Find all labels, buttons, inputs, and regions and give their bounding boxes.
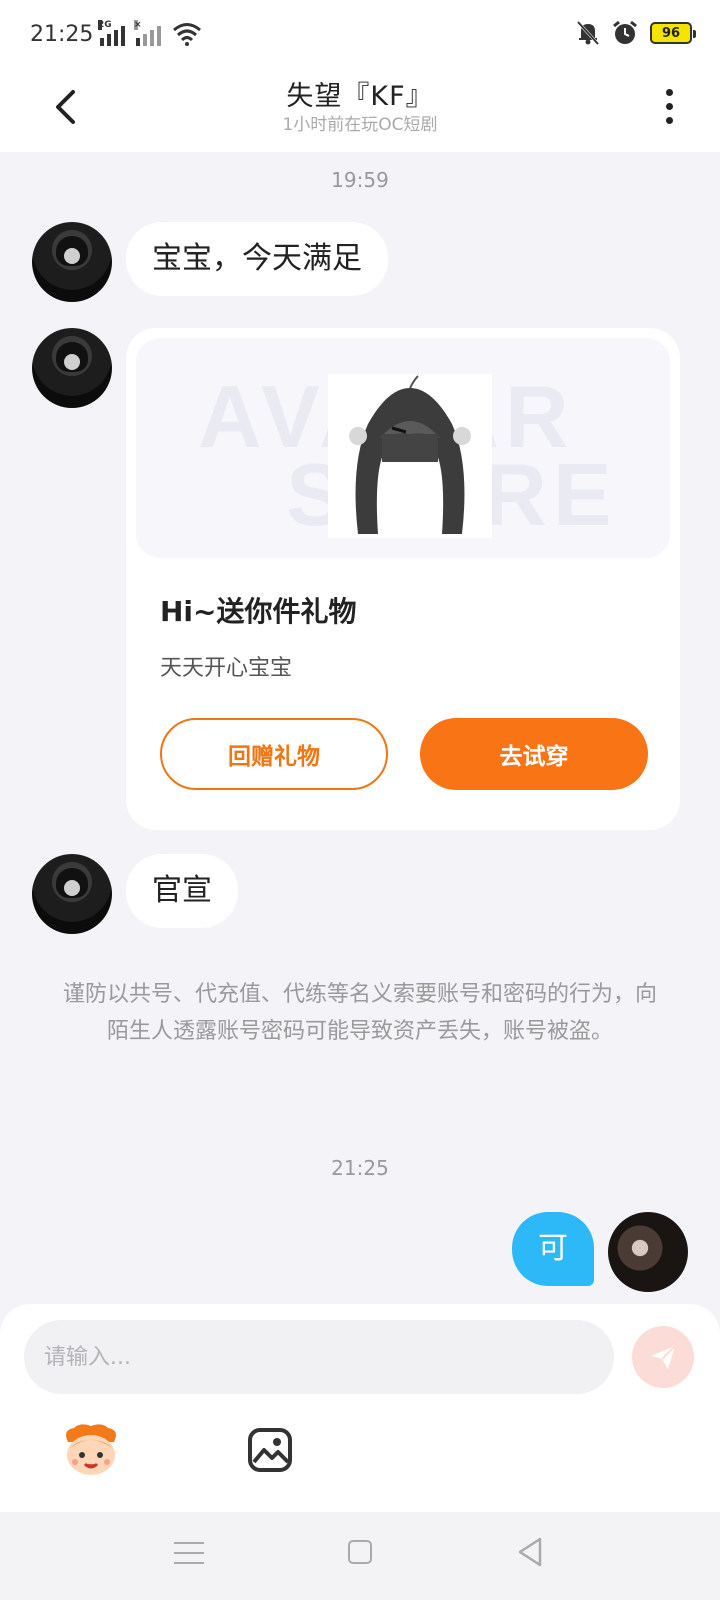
- my-avatar[interactable]: [608, 1212, 688, 1292]
- status-bar: 21:25 2G × 96: [0, 0, 720, 72]
- nav-back-icon[interactable]: [516, 1536, 544, 1568]
- battery-icon: 96: [650, 22, 696, 44]
- my-message-bubble[interactable]: 可: [512, 1212, 594, 1286]
- image-button[interactable]: [246, 1426, 294, 1474]
- chat-title: 失望『KF』: [286, 81, 434, 112]
- contact-avatar[interactable]: [32, 222, 112, 302]
- try-on-button[interactable]: 去试穿: [420, 718, 648, 790]
- signal-icon-sim1: 2G: [98, 20, 125, 46]
- status-time: 21:25: [30, 22, 94, 47]
- message-bubble[interactable]: 宝宝，今天满足: [126, 222, 388, 296]
- send-button[interactable]: [632, 1326, 694, 1388]
- gift-description: 天天开心宝宝: [160, 656, 293, 681]
- message-input[interactable]: [24, 1320, 614, 1394]
- gift-title: Hi~送你件礼物: [160, 595, 357, 628]
- chat-header: 失望『KF』 1小时前在玩OC短剧: [0, 72, 720, 152]
- mute-bell-icon: [576, 20, 600, 46]
- system-nav-bar: [0, 1512, 720, 1600]
- hairstyle-image: [328, 374, 492, 538]
- security-notice: 谨防以共号、代充值、代练等名义索要账号和密码的行为，向陌生人透露账号密码可能导致…: [62, 982, 657, 1044]
- home-icon[interactable]: [348, 1540, 372, 1564]
- wifi-icon: [173, 23, 201, 46]
- image-icon: [248, 1428, 292, 1472]
- emoji-icon: [66, 1424, 116, 1475]
- timestamp: 19:59: [331, 168, 389, 192]
- more-button[interactable]: [654, 84, 684, 128]
- contact-avatar[interactable]: [32, 328, 112, 408]
- gift-card[interactable]: AVATAR STORE Hi~送你件礼物 天天开心宝宝 回赠礼物 去试穿: [126, 328, 680, 830]
- return-gift-button[interactable]: 回赠礼物: [160, 718, 388, 790]
- chat-subtitle: 1小时前在玩OC短剧: [282, 115, 438, 135]
- alarm-icon: [613, 20, 637, 44]
- contact-avatar[interactable]: [32, 854, 112, 934]
- emoji-button[interactable]: [60, 1422, 122, 1478]
- menu-icon[interactable]: [174, 1538, 204, 1568]
- send-icon: [651, 1345, 676, 1369]
- signal-icon-sim2: ×: [134, 20, 161, 46]
- hairstyle-icon: [349, 375, 471, 534]
- more-icon: [665, 88, 673, 96]
- message-bubble[interactable]: 官宣: [126, 854, 238, 928]
- status-right: 96: [576, 20, 696, 46]
- input-panel: [0, 1304, 720, 1512]
- gift-image: AVATAR STORE: [136, 338, 670, 558]
- timestamp: 21:25: [331, 1156, 389, 1180]
